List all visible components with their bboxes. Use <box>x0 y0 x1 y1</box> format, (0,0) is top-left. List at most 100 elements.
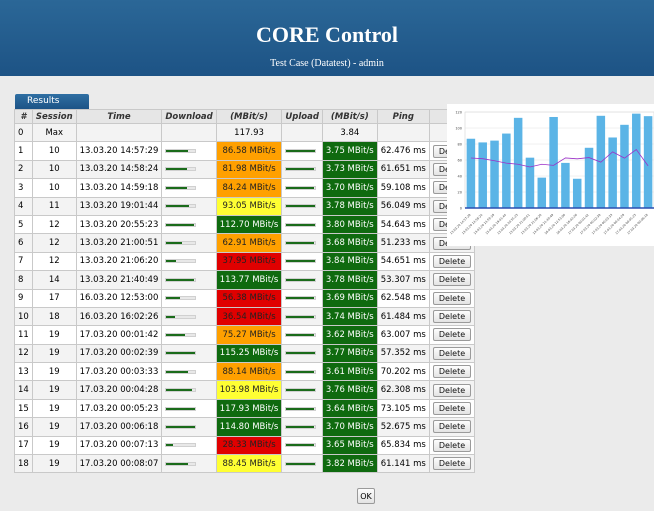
upload-progress-fill <box>286 462 316 465</box>
download-progress-bar <box>165 369 197 374</box>
upload-progress-bar <box>285 296 317 301</box>
max-index: 0 <box>14 122 33 143</box>
delete-button[interactable]: Delete <box>432 438 472 452</box>
session-cell: 12 <box>31 233 77 253</box>
max-download: 117.93 <box>215 122 283 143</box>
download-speed-cell: 113.77 MBit/s <box>215 270 283 290</box>
upload-progress-bar <box>285 222 317 227</box>
upload-speed-cell: 3.84 MBit/s <box>321 251 378 272</box>
chart-bar <box>502 133 511 208</box>
upload-speed-cell: 3.62 MBit/s <box>321 325 378 345</box>
chart-bar <box>525 157 535 208</box>
download-speed-cell: 75.27 MBit/s <box>215 325 283 345</box>
table-row: 11 19 17.03.20 00:01:42 75.27 MBit/s 3.62 MB… <box>14 325 476 345</box>
download-progress-fill <box>166 425 195 428</box>
session-cell: 19 <box>31 435 77 456</box>
upload-progress-bar <box>285 149 317 154</box>
chart-bar <box>466 138 476 208</box>
action-cell: Delete <box>428 251 476 272</box>
row-index: 10 <box>14 306 33 327</box>
session-cell: 12 <box>31 251 77 272</box>
chart-bar <box>513 117 523 208</box>
page-subtitle: Test Case (Datatest) - admin <box>270 58 384 69</box>
download-progress-fill <box>166 352 195 355</box>
time-cell: 13.03.20 21:40:49 <box>75 270 163 290</box>
upload-progress-bar <box>285 241 317 246</box>
upload-speed-cell: 3.78 MBit/s <box>321 196 378 216</box>
download-progress-bar <box>165 424 197 429</box>
download-bar-cell <box>161 306 217 327</box>
table-row: 18 19 17.03.20 00:08:07 88.45 MBit/s 3.82 MB… <box>14 454 476 474</box>
download-speed-cell: 115.25 MBit/s <box>215 343 283 364</box>
table-row: 9 17 16.03.20 12:53:00 56.38 MBit/s 3.69 MBi… <box>14 288 476 308</box>
action-cell: Delete <box>428 398 476 419</box>
upload-bar-cell <box>281 435 323 456</box>
upload-bar-cell <box>281 233 323 253</box>
upload-bar-cell <box>281 214 323 235</box>
time-cell: 17.03.20 00:04:28 <box>75 380 163 400</box>
upload-progress-fill <box>286 205 315 208</box>
download-progress-bar <box>165 314 197 319</box>
chart-bar <box>490 140 499 208</box>
table-row: 10 18 16.03.20 16:02:26 36.54 MBit/s 3.74 MB… <box>14 306 476 327</box>
row-index: 5 <box>14 214 33 235</box>
delete-button[interactable]: Delete <box>432 383 472 397</box>
delete-button[interactable]: Delete <box>432 291 472 305</box>
download-speed-cell: 103.98 MBit/s <box>215 380 283 400</box>
ok-button[interactable]: OK <box>357 488 375 504</box>
tab-results[interactable]: Results <box>15 94 89 109</box>
time-cell: 13.03.20 14:59:18 <box>75 178 163 198</box>
row-index: 12 <box>14 343 33 364</box>
download-progress-fill <box>166 462 189 465</box>
download-progress-bar <box>165 241 197 246</box>
y-tick-label: 20 <box>458 191 462 195</box>
ping-cell: 52.675 ms <box>376 417 430 437</box>
delete-button[interactable]: Delete <box>432 254 472 268</box>
session-cell: 19 <box>31 343 77 364</box>
download-progress-bar <box>165 332 197 337</box>
download-speed-cell: 88.14 MBit/s <box>215 362 283 382</box>
row-index: 14 <box>14 380 33 400</box>
upload-speed-cell: 3.82 MBit/s <box>321 454 378 474</box>
upload-speed-cell: 3.61 MBit/s <box>321 362 378 382</box>
upload-progress-fill <box>286 278 315 281</box>
upload-speed-cell: 3.75 MBit/s <box>321 141 378 161</box>
download-progress-bar <box>165 149 197 154</box>
download-progress-fill <box>166 278 195 281</box>
table-row: 1 10 13.03.20 14:57:29 86.58 MBit/s 3.75 MBi… <box>14 141 476 161</box>
download-bar-cell <box>161 178 217 198</box>
action-cell: Delete <box>428 270 476 290</box>
upload-progress-bar <box>285 406 317 411</box>
action-cell: Delete <box>428 454 476 474</box>
delete-button[interactable]: Delete <box>432 310 472 324</box>
session-cell: 11 <box>31 196 77 216</box>
upload-bar-cell <box>281 306 323 327</box>
upload-bar-cell <box>281 288 323 308</box>
upload-bar-cell <box>281 454 323 474</box>
upload-progress-bar <box>285 388 317 393</box>
upload-progress-bar <box>285 351 317 356</box>
upload-bar-cell <box>281 159 323 180</box>
delete-button[interactable]: Delete <box>432 346 472 360</box>
delete-button[interactable]: Delete <box>432 402 472 416</box>
action-cell: Delete <box>428 435 476 456</box>
download-bar-cell <box>161 362 217 382</box>
download-bar-cell <box>161 270 217 290</box>
download-bar-cell <box>161 325 217 345</box>
chart-bar <box>572 178 582 208</box>
delete-button[interactable]: Delete <box>432 420 472 434</box>
upload-progress-fill <box>286 370 314 373</box>
table-row: 16 19 17.03.20 00:06:18 114.80 MBit/s 3.70 M… <box>14 417 476 437</box>
delete-button[interactable]: Delete <box>432 365 472 379</box>
row-index: 6 <box>14 233 33 253</box>
results-table: # Session Time Download (MBit/s) Upload (MBit/… <box>14 109 476 474</box>
delete-button[interactable]: Delete <box>432 457 472 471</box>
upload-bar-cell <box>281 417 323 437</box>
column-header: Session <box>31 109 77 124</box>
table-header-row: # Session Time Download (MBit/s) Upload (MBit/… <box>14 109 476 124</box>
ping-cell: 51.233 ms <box>376 233 430 253</box>
time-cell: 16.03.20 16:02:26 <box>75 306 163 327</box>
action-cell: Delete <box>428 325 476 345</box>
delete-button[interactable]: Delete <box>432 328 472 342</box>
delete-button[interactable]: Delete <box>432 273 472 287</box>
